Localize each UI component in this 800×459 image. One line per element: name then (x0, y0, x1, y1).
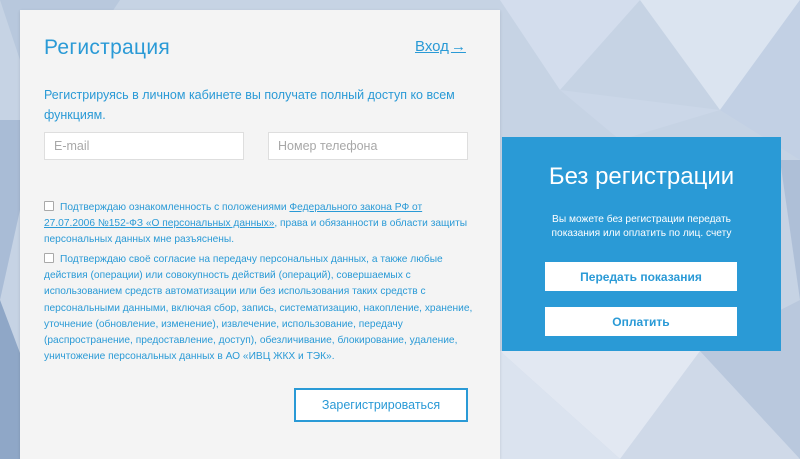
login-link-label: Вход (415, 38, 449, 55)
phone-field[interactable] (268, 132, 468, 160)
guest-title: Без регистрации (548, 163, 735, 190)
checkbox-unchecked-icon[interactable] (44, 201, 54, 211)
checkbox-unchecked-icon[interactable] (44, 253, 54, 263)
guest-card: Без регистрации Вы можете без регистраци… (502, 137, 781, 351)
pay-button[interactable]: Оплатить (545, 307, 737, 336)
registration-title: Регистрация (44, 36, 171, 59)
guest-description: Вы можете без регистрации передать показ… (551, 214, 732, 239)
consent-data-processing: Подтверждаю своё согласие на передачу пе… (44, 252, 474, 365)
consent-2-text: Подтверждаю своё согласие на передачу пе… (44, 254, 473, 363)
login-link[interactable]: Вход → (415, 38, 466, 55)
arrow-right-icon: → (450, 38, 466, 55)
register-button[interactable]: Зарегистрироваться (294, 388, 468, 422)
email-field[interactable] (44, 132, 244, 160)
consent-personal-data-law: Подтверждаю ознакомленность с положениям… (44, 200, 474, 249)
submit-readings-button[interactable]: Передать показания (545, 262, 737, 291)
registration-card: Регистрация Вход → Регистрируясь в лично… (20, 10, 500, 459)
consent-1-text-before: Подтверждаю ознакомленность с положениям… (60, 202, 290, 213)
registration-description: Регистрируясь в личном кабинете вы получ… (44, 88, 455, 122)
